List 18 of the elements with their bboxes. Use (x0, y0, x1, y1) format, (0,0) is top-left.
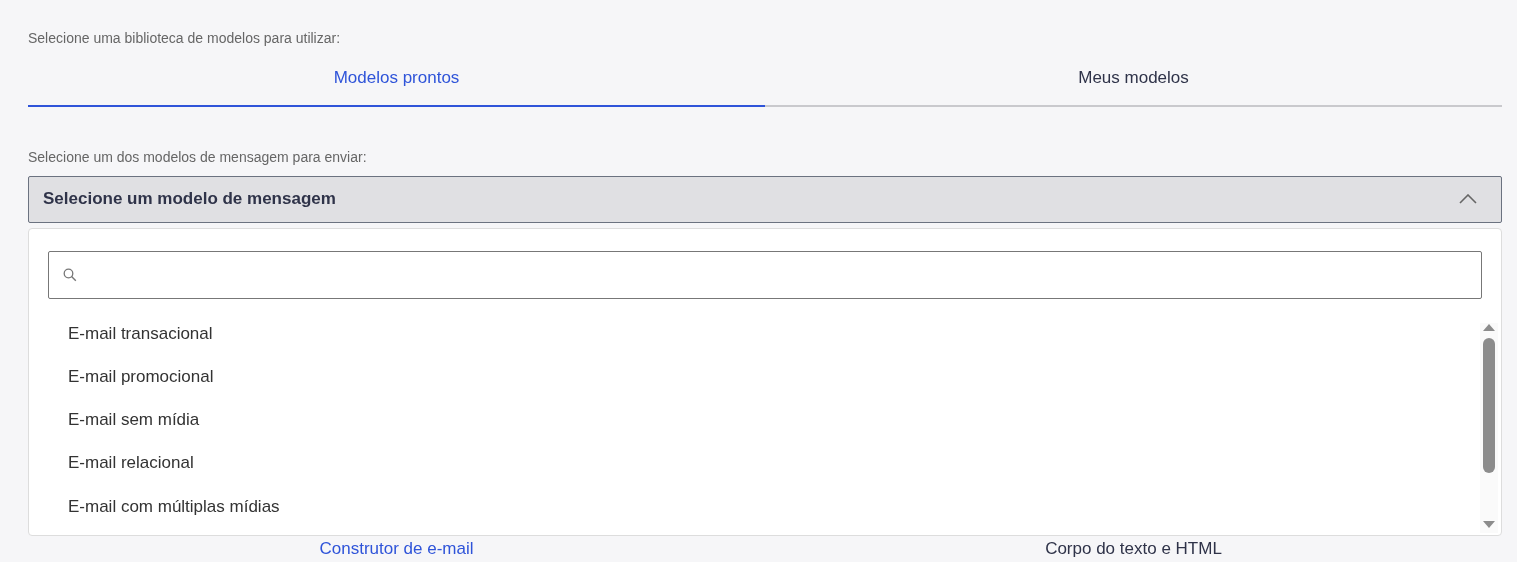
prompt-label: Selecione uma biblioteca de modelos para utilizar: (28, 29, 342, 48)
tab[interactable]: Corpo do texto e HTML (765, 538, 1502, 559)
dropdown-option[interactable]: E-mail com múltiplas mídias (48, 495, 1480, 539)
tab[interactable]: Construtor de e-mail (28, 538, 765, 559)
scroll-up-arrow-icon[interactable] (1482, 322, 1496, 332)
dropdown-option[interactable]: E-mail transacional (48, 322, 1480, 366)
scrollbar[interactable] (1480, 322, 1498, 533)
tab[interactable]: Modelos prontos (28, 57, 765, 107)
dropdown-option[interactable]: E-mail promocional (48, 365, 1480, 410)
template-select[interactable]: Selecione um modelo de mensagem (28, 175, 1502, 223)
dropdown-option[interactable]: E-mail relacional (48, 452, 1480, 496)
chevron-up-icon (1459, 194, 1477, 204)
search-icon (63, 267, 77, 282)
search-field[interactable] (48, 250, 1482, 299)
dropdown-option[interactable]: E-mail sem mídia (48, 409, 1480, 453)
tab[interactable]: Meus modelos (765, 57, 1502, 107)
prompt-label: Selecione um dos modelos de mensagem para enviar: (28, 147, 368, 167)
scroll-down-arrow-icon[interactable] (1482, 519, 1496, 529)
